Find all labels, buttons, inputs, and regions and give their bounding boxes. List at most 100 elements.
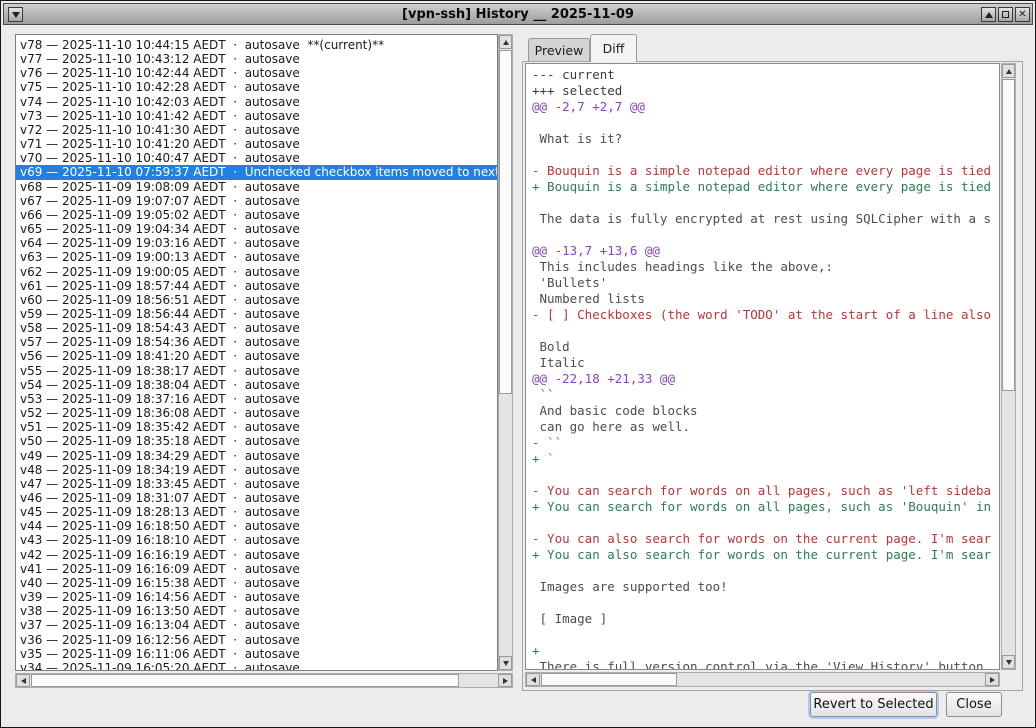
list-item[interactable]: v44 — 2025-11-09 16:18:50 AEDT · autosav…	[16, 519, 497, 533]
list-item[interactable]: v53 — 2025-11-09 18:37:16 AEDT · autosav…	[16, 392, 497, 406]
scrollbar-thumb[interactable]	[31, 674, 459, 687]
maximize-icon	[1002, 11, 1009, 18]
shade-button[interactable]	[981, 7, 996, 22]
scroll-down-button[interactable]	[1002, 655, 1015, 669]
scroll-right-button[interactable]	[498, 674, 512, 687]
list-item[interactable]: v71 — 2025-11-10 10:41:20 AEDT · autosav…	[16, 137, 497, 151]
scroll-left-button[interactable]	[526, 673, 540, 686]
arrow-right-icon	[503, 678, 508, 684]
history-window: [vpn-ssh] History __ 2025-11-09 ✕ v78 — …	[0, 0, 1036, 728]
list-item[interactable]: v46 — 2025-11-09 18:31:07 AEDT · autosav…	[16, 491, 497, 505]
list-item[interactable]: v67 — 2025-11-09 19:07:07 AEDT · autosav…	[16, 194, 497, 208]
diff-line	[532, 563, 999, 579]
list-item[interactable]: v74 — 2025-11-10 10:42:03 AEDT · autosav…	[16, 95, 497, 109]
scroll-right-button[interactable]	[985, 673, 999, 686]
list-item[interactable]: v51 — 2025-11-09 18:35:42 AEDT · autosav…	[16, 420, 497, 434]
list-vertical-scrollbar[interactable]	[498, 34, 513, 671]
diff-line: Images are supported too!	[532, 579, 999, 595]
diff-line	[532, 195, 999, 211]
diff-line: --- current	[532, 67, 999, 83]
list-item[interactable]: v66 — 2025-11-09 19:05:02 AEDT · autosav…	[16, 208, 497, 222]
list-item[interactable]: v69 — 2025-11-10 07:59:37 AEDT · Uncheck…	[16, 165, 497, 179]
list-item[interactable]: v61 — 2025-11-09 18:57:44 AEDT · autosav…	[16, 279, 497, 293]
list-item[interactable]: v75 — 2025-11-10 10:42:28 AEDT · autosav…	[16, 80, 497, 94]
list-item[interactable]: v37 — 2025-11-09 16:13:04 AEDT · autosav…	[16, 618, 497, 632]
close-button[interactable]: Close	[946, 692, 1002, 717]
diff-line: This includes headings like the above,:	[532, 259, 999, 275]
scrollbar-thumb[interactable]	[1002, 79, 1015, 391]
diff-line: can go here as well.	[532, 419, 999, 435]
list-item[interactable]: v55 — 2025-11-09 18:38:17 AEDT · autosav…	[16, 364, 497, 378]
maximize-button[interactable]	[998, 7, 1013, 22]
list-item[interactable]: v59 — 2025-11-09 18:56:44 AEDT · autosav…	[16, 307, 497, 321]
list-item[interactable]: v36 — 2025-11-09 16:12:56 AEDT · autosav…	[16, 633, 497, 647]
diff-line: [ Image ]	[532, 611, 999, 627]
list-item[interactable]: v38 — 2025-11-09 16:13:50 AEDT · autosav…	[16, 604, 497, 618]
list-item[interactable]: v76 — 2025-11-10 10:42:44 AEDT · autosav…	[16, 66, 497, 80]
scroll-up-button[interactable]	[499, 35, 512, 49]
list-item[interactable]: v48 — 2025-11-09 18:34:19 AEDT · autosav…	[16, 463, 497, 477]
diff-vertical-scrollbar[interactable]	[1001, 63, 1016, 670]
list-item[interactable]: v57 — 2025-11-09 18:54:36 AEDT · autosav…	[16, 335, 497, 349]
tab-diff[interactable]: Diff	[590, 34, 637, 62]
list-item[interactable]: v40 — 2025-11-09 16:15:38 AEDT · autosav…	[16, 576, 497, 590]
list-item[interactable]: v72 — 2025-11-10 10:41:30 AEDT · autosav…	[16, 123, 497, 137]
list-item[interactable]: v60 — 2025-11-09 18:56:51 AEDT · autosav…	[16, 293, 497, 307]
list-item[interactable]: v64 — 2025-11-09 19:03:16 AEDT · autosav…	[16, 236, 497, 250]
revert-to-selected-button[interactable]: Revert to Selected	[810, 692, 937, 717]
list-item[interactable]: v43 — 2025-11-09 16:18:10 AEDT · autosav…	[16, 533, 497, 547]
list-item[interactable]: v78 — 2025-11-10 10:44:15 AEDT · autosav…	[16, 38, 497, 52]
diff-line: +	[532, 643, 999, 659]
arrow-up-icon	[1006, 69, 1012, 74]
diff-line	[532, 627, 999, 643]
window-close-button[interactable]: ✕	[1015, 7, 1030, 22]
diff-line: @@ -2,7 +2,7 @@	[532, 99, 999, 115]
arrow-up-icon	[503, 40, 509, 45]
list-item[interactable]: v45 — 2025-11-09 18:28:13 AEDT · autosav…	[16, 505, 497, 519]
tab-preview[interactable]: Preview	[528, 38, 590, 62]
diff-line	[532, 227, 999, 243]
history-list[interactable]: v78 — 2025-11-10 10:44:15 AEDT · autosav…	[15, 34, 498, 671]
diff-line: Numbered lists	[532, 291, 999, 307]
list-item[interactable]: v34 — 2025-11-09 16:05:20 AEDT · autosav…	[16, 661, 497, 671]
list-item[interactable]: v68 — 2025-11-09 19:08:09 AEDT · autosav…	[16, 180, 497, 194]
diff-text-area[interactable]: --- current+++ selected@@ -2,7 +2,7 @@ W…	[525, 63, 1000, 670]
diff-horizontal-scrollbar[interactable]	[525, 672, 1000, 687]
list-item[interactable]: v70 — 2025-11-10 10:40:47 AEDT · autosav…	[16, 151, 497, 165]
list-item[interactable]: v77 — 2025-11-10 10:43:12 AEDT · autosav…	[16, 52, 497, 66]
diff-line	[532, 115, 999, 131]
diff-line: @@ -22,18 +21,33 @@	[532, 371, 999, 387]
diff-line: Bold	[532, 339, 999, 355]
diff-line: - ``	[532, 435, 999, 451]
diff-line	[532, 595, 999, 611]
list-item[interactable]: v62 — 2025-11-09 19:00:05 AEDT · autosav…	[16, 265, 497, 279]
scroll-down-button[interactable]	[499, 656, 512, 670]
list-item[interactable]: v56 — 2025-11-09 18:41:20 AEDT · autosav…	[16, 349, 497, 363]
list-item[interactable]: v52 — 2025-11-09 18:36:08 AEDT · autosav…	[16, 406, 497, 420]
list-item[interactable]: v42 — 2025-11-09 16:16:19 AEDT · autosav…	[16, 548, 497, 562]
scroll-left-button[interactable]	[16, 674, 30, 687]
diff-line: - [ ] Checkboxes (the word 'TODO' at the…	[532, 307, 999, 323]
list-item[interactable]: v39 — 2025-11-09 16:14:56 AEDT · autosav…	[16, 590, 497, 604]
list-item[interactable]: v58 — 2025-11-09 18:54:43 AEDT · autosav…	[16, 321, 497, 335]
list-item[interactable]: v54 — 2025-11-09 18:38:04 AEDT · autosav…	[16, 378, 497, 392]
list-item[interactable]: v50 — 2025-11-09 18:35:18 AEDT · autosav…	[16, 434, 497, 448]
window-menu-button[interactable]	[8, 7, 23, 22]
list-item[interactable]: v65 — 2025-11-09 19:04:34 AEDT · autosav…	[16, 222, 497, 236]
diff-line: The data is fully encrypted at rest usin…	[532, 211, 999, 227]
list-item[interactable]: v35 — 2025-11-09 16:11:06 AEDT · autosav…	[16, 647, 497, 661]
scroll-up-button[interactable]	[1002, 64, 1015, 78]
diff-line: Italic	[532, 355, 999, 371]
list-item[interactable]: v47 — 2025-11-09 18:33:45 AEDT · autosav…	[16, 477, 497, 491]
list-item[interactable]: v41 — 2025-11-09 16:16:09 AEDT · autosav…	[16, 562, 497, 576]
shade-icon	[985, 12, 993, 18]
diff-line: + You can search for words on all pages,…	[532, 499, 999, 515]
list-item[interactable]: v63 — 2025-11-09 19:00:13 AEDT · autosav…	[16, 250, 497, 264]
list-horizontal-scrollbar[interactable]	[15, 673, 513, 688]
titlebar[interactable]: [vpn-ssh] History __ 2025-11-09 ✕	[3, 3, 1033, 25]
window-title: [vpn-ssh] History __ 2025-11-09	[402, 7, 634, 22]
list-item[interactable]: v73 — 2025-11-10 10:41:42 AEDT · autosav…	[16, 109, 497, 123]
scrollbar-thumb[interactable]	[541, 673, 677, 686]
list-item[interactable]: v49 — 2025-11-09 18:34:29 AEDT · autosav…	[16, 449, 497, 463]
scrollbar-thumb[interactable]	[499, 50, 512, 394]
